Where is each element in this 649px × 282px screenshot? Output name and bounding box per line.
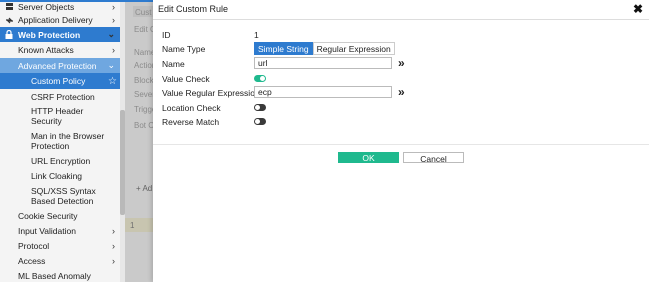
name-type-selector: Simple String Regular Expression — [254, 42, 395, 55]
value-regex-input[interactable] — [254, 86, 392, 98]
dialog-header: Edit Custom Rule ✖ — [153, 0, 649, 20]
id-label: ID — [162, 30, 171, 40]
server-icon — [5, 2, 14, 11]
cancel-button[interactable]: Cancel — [403, 152, 464, 164]
sidebar-item-man-in-the-browser[interactable]: Man in the Browser Protection — [0, 130, 120, 152]
option-simple-string[interactable]: Simple String — [254, 42, 313, 55]
sidebar-item-advanced-protection[interactable]: Advanced Protection ⌄ — [0, 58, 120, 73]
value-regex-label: Value Regular Expression — [162, 88, 260, 98]
star-icon[interactable]: ☆ — [108, 76, 117, 87]
chevron-right-icon: › — [112, 15, 115, 25]
chevron-right-icon: › — [112, 240, 115, 251]
location-check-toggle[interactable] — [254, 104, 266, 111]
close-icon[interactable]: ✖ — [633, 2, 643, 16]
chevron-down-icon: ⌄ — [107, 29, 115, 39]
chevron-right-icon: › — [112, 225, 115, 236]
sidebar-item-cookie-security[interactable]: Cookie Security — [0, 208, 120, 223]
ok-button[interactable]: OK — [338, 152, 399, 163]
sidebar-item-server-objects[interactable]: Server Objects › — [0, 2, 120, 13]
sidebar-item-application-delivery[interactable]: Application Delivery › — [0, 13, 120, 27]
dialog-divider — [153, 144, 649, 145]
reverse-match-label: Reverse Match — [162, 117, 220, 127]
sidebar-item-known-attacks[interactable]: Known Attacks › — [0, 42, 120, 58]
sidebar-item-input-validation[interactable]: Input Validation › — [0, 223, 120, 238]
chevron-right-icon: › — [112, 2, 115, 12]
chevron-down-icon: ⌄ — [107, 60, 115, 70]
sidebar: Server Objects › Application Delivery › … — [0, 2, 120, 282]
sidebar-item-http-header-security[interactable]: HTTP Header Security — [0, 105, 120, 127]
delivery-icon — [5, 16, 14, 25]
sidebar-item-ml-anomaly[interactable]: ML Based Anomaly — [0, 268, 120, 282]
sidebar-item-access[interactable]: Access › — [0, 253, 120, 268]
sidebar-item-link-cloaking[interactable]: Link Cloaking — [0, 168, 120, 183]
id-value: 1 — [254, 30, 259, 40]
value-check-toggle[interactable] — [254, 75, 266, 82]
expand-double-chevron-icon[interactable]: » — [398, 85, 405, 99]
option-regular-expression[interactable]: Regular Expression — [312, 42, 395, 55]
chevron-right-icon: › — [112, 45, 115, 55]
sidebar-item-web-protection[interactable]: Web Protection ⌄ — [0, 27, 120, 42]
dialog-title: Edit Custom Rule — [158, 4, 229, 14]
name-type-label: Name Type — [162, 44, 206, 54]
location-check-label: Location Check — [162, 103, 221, 113]
expand-double-chevron-icon[interactable]: » — [398, 56, 405, 70]
sidebar-item-custom-policy[interactable]: Custom Policy ☆ — [0, 73, 120, 89]
lock-icon — [5, 29, 13, 39]
chevron-right-icon: › — [112, 255, 115, 266]
edit-custom-rule-dialog: Edit Custom Rule ✖ ID 1 Name Type Simple… — [153, 0, 649, 282]
sidebar-item-url-encryption[interactable]: URL Encryption — [0, 153, 120, 168]
sidebar-item-sql-xss-detection[interactable]: SQL/XSS Syntax Based Detection — [0, 185, 120, 207]
sidebar-item-protocol[interactable]: Protocol › — [0, 238, 120, 253]
value-check-label: Value Check — [162, 74, 210, 84]
sidebar-item-csrf-protection[interactable]: CSRF Protection — [0, 89, 120, 104]
name-input[interactable] — [254, 57, 392, 69]
name-label: Name — [162, 59, 185, 69]
reverse-match-toggle[interactable] — [254, 118, 266, 125]
